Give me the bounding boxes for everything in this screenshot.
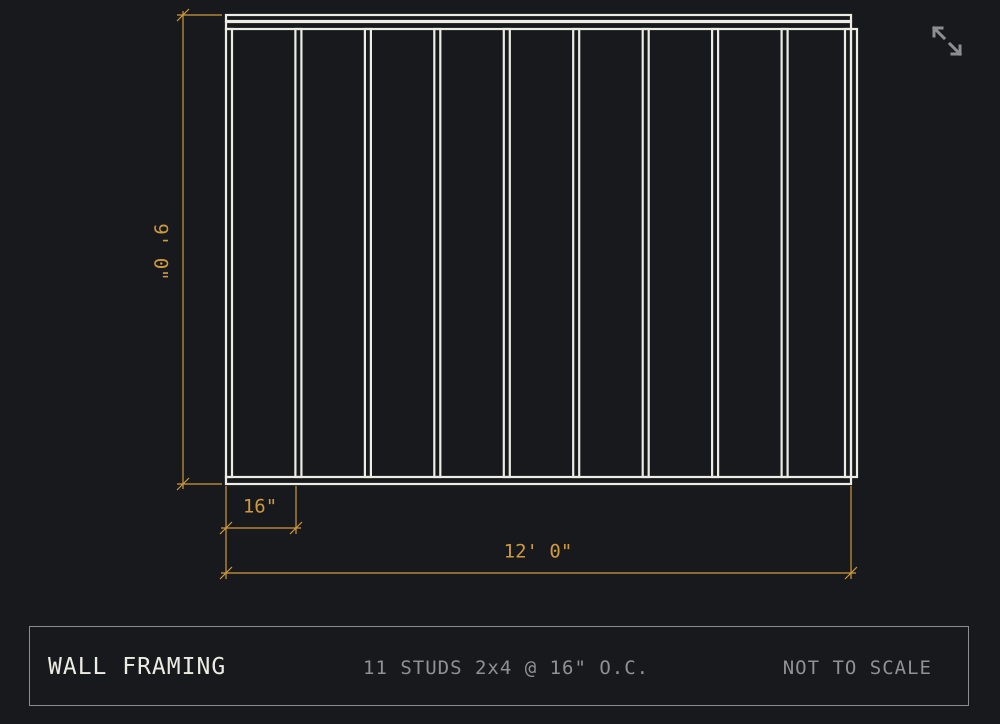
stud [502, 27, 511, 479]
width-dimension [219, 486, 858, 580]
stud-specification: 11 STUDS 2x4 @ 16" O.C. [363, 657, 650, 679]
expand-icon [931, 25, 963, 57]
stud [363, 27, 372, 479]
expand-button[interactable] [922, 16, 972, 66]
stud [710, 27, 720, 479]
top-plate-upper [224, 13, 853, 23]
spacing-dimension-label: 16" [243, 496, 277, 518]
stud [433, 27, 442, 479]
height-dimension [176, 8, 222, 491]
framing [224, 13, 859, 486]
top-plate-lower [224, 20, 853, 31]
stud [572, 27, 581, 479]
canvas: 9' 0" 16" 12' 0" WALL FRAMING 11 STUDS 2… [0, 0, 1000, 724]
height-dimension-label: 9' 0" [150, 223, 172, 280]
stud [849, 27, 859, 479]
width-dimension-label: 12' 0" [504, 541, 573, 563]
drawing-title: WALL FRAMING [48, 654, 227, 680]
scale-note: NOT TO SCALE [782, 657, 932, 679]
stud [780, 27, 789, 479]
stud [294, 27, 303, 479]
bottom-plate [224, 475, 853, 486]
dimensions [176, 8, 858, 580]
studs [224, 27, 859, 479]
stud [224, 27, 234, 479]
stud [641, 27, 650, 479]
title-block: WALL FRAMING 11 STUDS 2x4 @ 16" O.C. NOT… [29, 626, 969, 706]
wall-framing-drawing: 9' 0" 16" 12' 0" [150, 8, 859, 580]
